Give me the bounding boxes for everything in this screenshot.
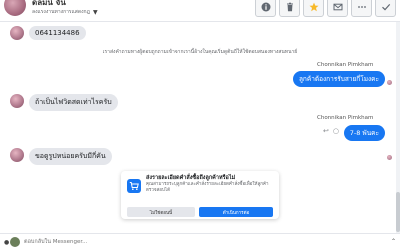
- system-note: เราส่งคำถามทางผู้ตอบถูกถามเข้าจากเรานี้อ…: [102, 49, 298, 55]
- star-button[interactable]: [303, 0, 324, 17]
- trash-icon: [286, 2, 293, 11]
- info-button[interactable]: [255, 0, 276, 17]
- collapse-icon[interactable]: ⌃: [391, 238, 396, 245]
- mail-icon: [333, 3, 342, 10]
- chevron-down-icon: ▼: [92, 8, 98, 16]
- conversation-header: ดลมนี จัน ลงแรงงานทางการแสดงกฎ ▼: [0, 0, 400, 22]
- more-icon: [357, 5, 366, 8]
- card-title: ส่งรายละเอียดคำสั่งซื้อถึงลูกค้าหรือไม่: [146, 175, 236, 181]
- contact-status-label: ลงแรงงานทางการแสดงกฎ: [32, 9, 90, 15]
- continue-button[interactable]: ดำเนินการต่อ: [199, 207, 273, 217]
- reply-icon[interactable]: ↩: [323, 127, 329, 135]
- sender-name: Chonnikan Pimkham: [317, 115, 374, 121]
- star-icon: [309, 2, 318, 11]
- user-icon: ●: [4, 239, 10, 246]
- message-actions: ↩ ○: [323, 127, 339, 135]
- more-button[interactable]: [351, 0, 372, 17]
- message-incoming: 0641134486: [29, 26, 86, 40]
- toolbar: [255, 0, 396, 17]
- message-outgoing: ลูกค้าต้องการรับสายกี่โมงคะ: [292, 71, 385, 87]
- mail-button[interactable]: [327, 0, 348, 17]
- reply-input[interactable]: [24, 236, 364, 248]
- mark-done-button[interactable]: [375, 0, 396, 17]
- message-incoming: ขอดูรูปหน่อยครับมีกี่คัน: [29, 148, 112, 165]
- not-now-button[interactable]: ไม่ใช่ตอนนี้: [127, 207, 195, 217]
- contact-avatar: [10, 148, 24, 162]
- contact-avatar: [10, 26, 24, 40]
- card-description: คุณสามารถระบุลูกค้าและคำสั่งรายละเอียดคำ…: [146, 182, 269, 193]
- contact-avatar[interactable]: [4, 0, 26, 16]
- contact-avatar: [10, 94, 24, 108]
- scrollbar[interactable]: [396, 22, 400, 233]
- reply-composer: ● ⌃: [0, 233, 400, 250]
- message-outgoing: 7-8 พันคะ: [343, 125, 385, 141]
- sender-name: Chonnikan Pimkham: [317, 62, 374, 68]
- contact-status-dropdown[interactable]: ลงแรงงานทางการแสดงกฎ ▼: [32, 8, 98, 16]
- page-avatar[interactable]: [10, 237, 20, 247]
- info-icon: [261, 2, 270, 11]
- order-details-prompt-card: ส่งรายละเอียดคำสั่งซื้อถึงลูกค้าหรือไม่ …: [121, 171, 279, 219]
- scrollbar-thumb[interactable]: [396, 192, 400, 232]
- check-icon: [381, 3, 390, 10]
- cart-icon: [129, 182, 139, 190]
- seen-indicator: [387, 155, 392, 160]
- reaction-icon[interactable]: ○: [333, 127, 339, 135]
- message-incoming: ถ้าเป็นไฟวิดสดเท่าไรครับ: [29, 94, 118, 111]
- delete-button[interactable]: [279, 0, 300, 17]
- cart-icon-box: [127, 179, 141, 193]
- seen-indicator: [387, 80, 392, 85]
